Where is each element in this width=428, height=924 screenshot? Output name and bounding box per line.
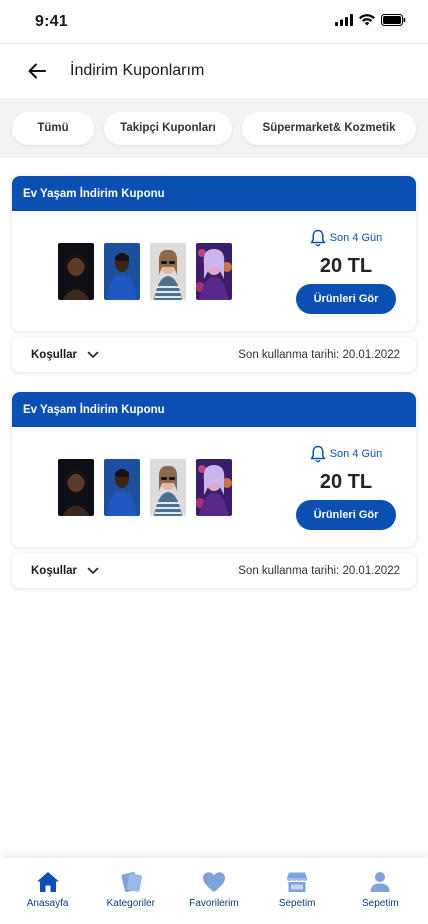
bell-icon xyxy=(310,445,325,463)
days-left: Son 4 Gün xyxy=(310,445,383,463)
product-thumbnail[interactable] xyxy=(150,242,186,300)
coupon-list: Ev Yaşam İndirim Kuponu Son 4 Gün 20 TL … xyxy=(0,158,428,588)
expiry-date: Son kullanma tarihi: 20.01.2022 xyxy=(238,564,400,577)
coupon-body: Son 4 Gün 20 TL Ürünleri Gör xyxy=(12,211,416,331)
tab-account[interactable]: Sepetim xyxy=(342,870,418,909)
tab-home[interactable]: Anasayfa xyxy=(10,870,86,909)
days-left: Son 4 Gün xyxy=(310,229,383,247)
categories-icon xyxy=(118,870,144,894)
page-title: İndirim Kuponlarım xyxy=(70,62,205,79)
coupon-card: Ev Yaşam İndirim Kuponu Son 4 Gün 20 TL … xyxy=(12,176,416,331)
tab-categories[interactable]: Kategoriler xyxy=(93,870,169,909)
filter-bar: Tümü Takipçi Kuponları Süpermarket& Kozm… xyxy=(0,98,428,158)
home-icon xyxy=(36,870,60,894)
tab-cart-store[interactable]: Sepetim xyxy=(259,870,335,909)
product-thumbnails xyxy=(58,242,232,300)
coupon-summary: Son 4 Gün 20 TL Ürünleri Gör xyxy=(296,229,396,314)
conditions-row: Koşullar Son kullanma tarihi: 20.01.2022 xyxy=(12,553,416,588)
product-thumbnail[interactable] xyxy=(104,458,140,516)
status-bar: 9:41 xyxy=(0,0,428,44)
expiry-date: Son kullanma tarihi: 20.01.2022 xyxy=(238,348,400,361)
status-icons xyxy=(335,13,406,31)
tab-label: Favorilerim xyxy=(189,898,239,909)
product-thumbnail[interactable] xyxy=(150,458,186,516)
status-time: 9:41 xyxy=(35,12,68,30)
coupon-item: Ev Yaşam İndirim Kuponu Son 4 Gün 20 TL … xyxy=(12,392,416,588)
conditions-toggle[interactable]: Koşullar xyxy=(31,349,99,361)
coupon-title: Ev Yaşam İndirim Kuponu xyxy=(12,176,416,211)
filter-chip-all[interactable]: Tümü xyxy=(12,111,94,145)
arrow-left-icon xyxy=(28,63,46,79)
product-thumbnail[interactable] xyxy=(196,458,232,516)
product-thumbnail[interactable] xyxy=(196,242,232,300)
back-button[interactable] xyxy=(28,61,48,81)
conditions-label: Koşullar xyxy=(31,564,78,577)
conditions-label: Koşullar xyxy=(31,348,78,361)
coupon-summary: Son 4 Gün 20 TL Ürünleri Gör xyxy=(296,445,396,530)
product-thumbnail[interactable] xyxy=(58,242,94,300)
wifi-icon xyxy=(359,13,375,31)
coupon-amount: 20 TL xyxy=(319,471,373,493)
coupon-amount: 20 TL xyxy=(319,255,373,277)
bottom-tab-bar: Anasayfa Kategoriler Favorilerim Sepetim… xyxy=(0,858,428,924)
coupon-item: Ev Yaşam İndirim Kuponu Son 4 Gün 20 TL … xyxy=(12,176,416,372)
filter-chip-follower[interactable]: Takipçi Kuponları xyxy=(104,111,232,145)
product-thumbnail[interactable] xyxy=(104,242,140,300)
conditions-row: Koşullar Son kullanma tarihi: 20.01.2022 xyxy=(12,337,416,372)
chevron-down-icon xyxy=(87,567,99,574)
page-header: İndirim Kuponlarım xyxy=(0,44,428,98)
tab-label: Anasayfa xyxy=(26,898,69,909)
store-icon xyxy=(285,870,309,894)
tab-label: Kategoriler xyxy=(106,898,155,909)
view-products-button[interactable]: Ürünleri Gör xyxy=(296,500,396,530)
bell-icon xyxy=(310,229,325,247)
battery-icon xyxy=(381,13,406,31)
tab-favorites[interactable]: Favorilerim xyxy=(176,870,252,909)
coupon-card: Ev Yaşam İndirim Kuponu Son 4 Gün 20 TL … xyxy=(12,392,416,547)
days-left-text: Son 4 Gün xyxy=(329,232,383,244)
user-icon xyxy=(369,870,391,894)
product-thumbnail[interactable] xyxy=(58,458,94,516)
heart-icon xyxy=(202,870,226,894)
days-left-text: Son 4 Gün xyxy=(329,448,383,460)
chevron-down-icon xyxy=(87,351,99,358)
product-thumbnails xyxy=(58,458,232,516)
coupon-title: Ev Yaşam İndirim Kuponu xyxy=(12,392,416,427)
coupon-body: Son 4 Gün 20 TL Ürünleri Gör xyxy=(12,427,416,547)
tab-label: Sepetim xyxy=(278,898,316,909)
view-products-button[interactable]: Ürünleri Gör xyxy=(296,284,396,314)
conditions-toggle[interactable]: Koşullar xyxy=(31,565,99,577)
filter-chip-supermarket[interactable]: Süpermarket& Kozmetik xyxy=(242,111,416,145)
signal-icon xyxy=(335,13,353,31)
tab-label: Sepetim xyxy=(362,898,399,909)
